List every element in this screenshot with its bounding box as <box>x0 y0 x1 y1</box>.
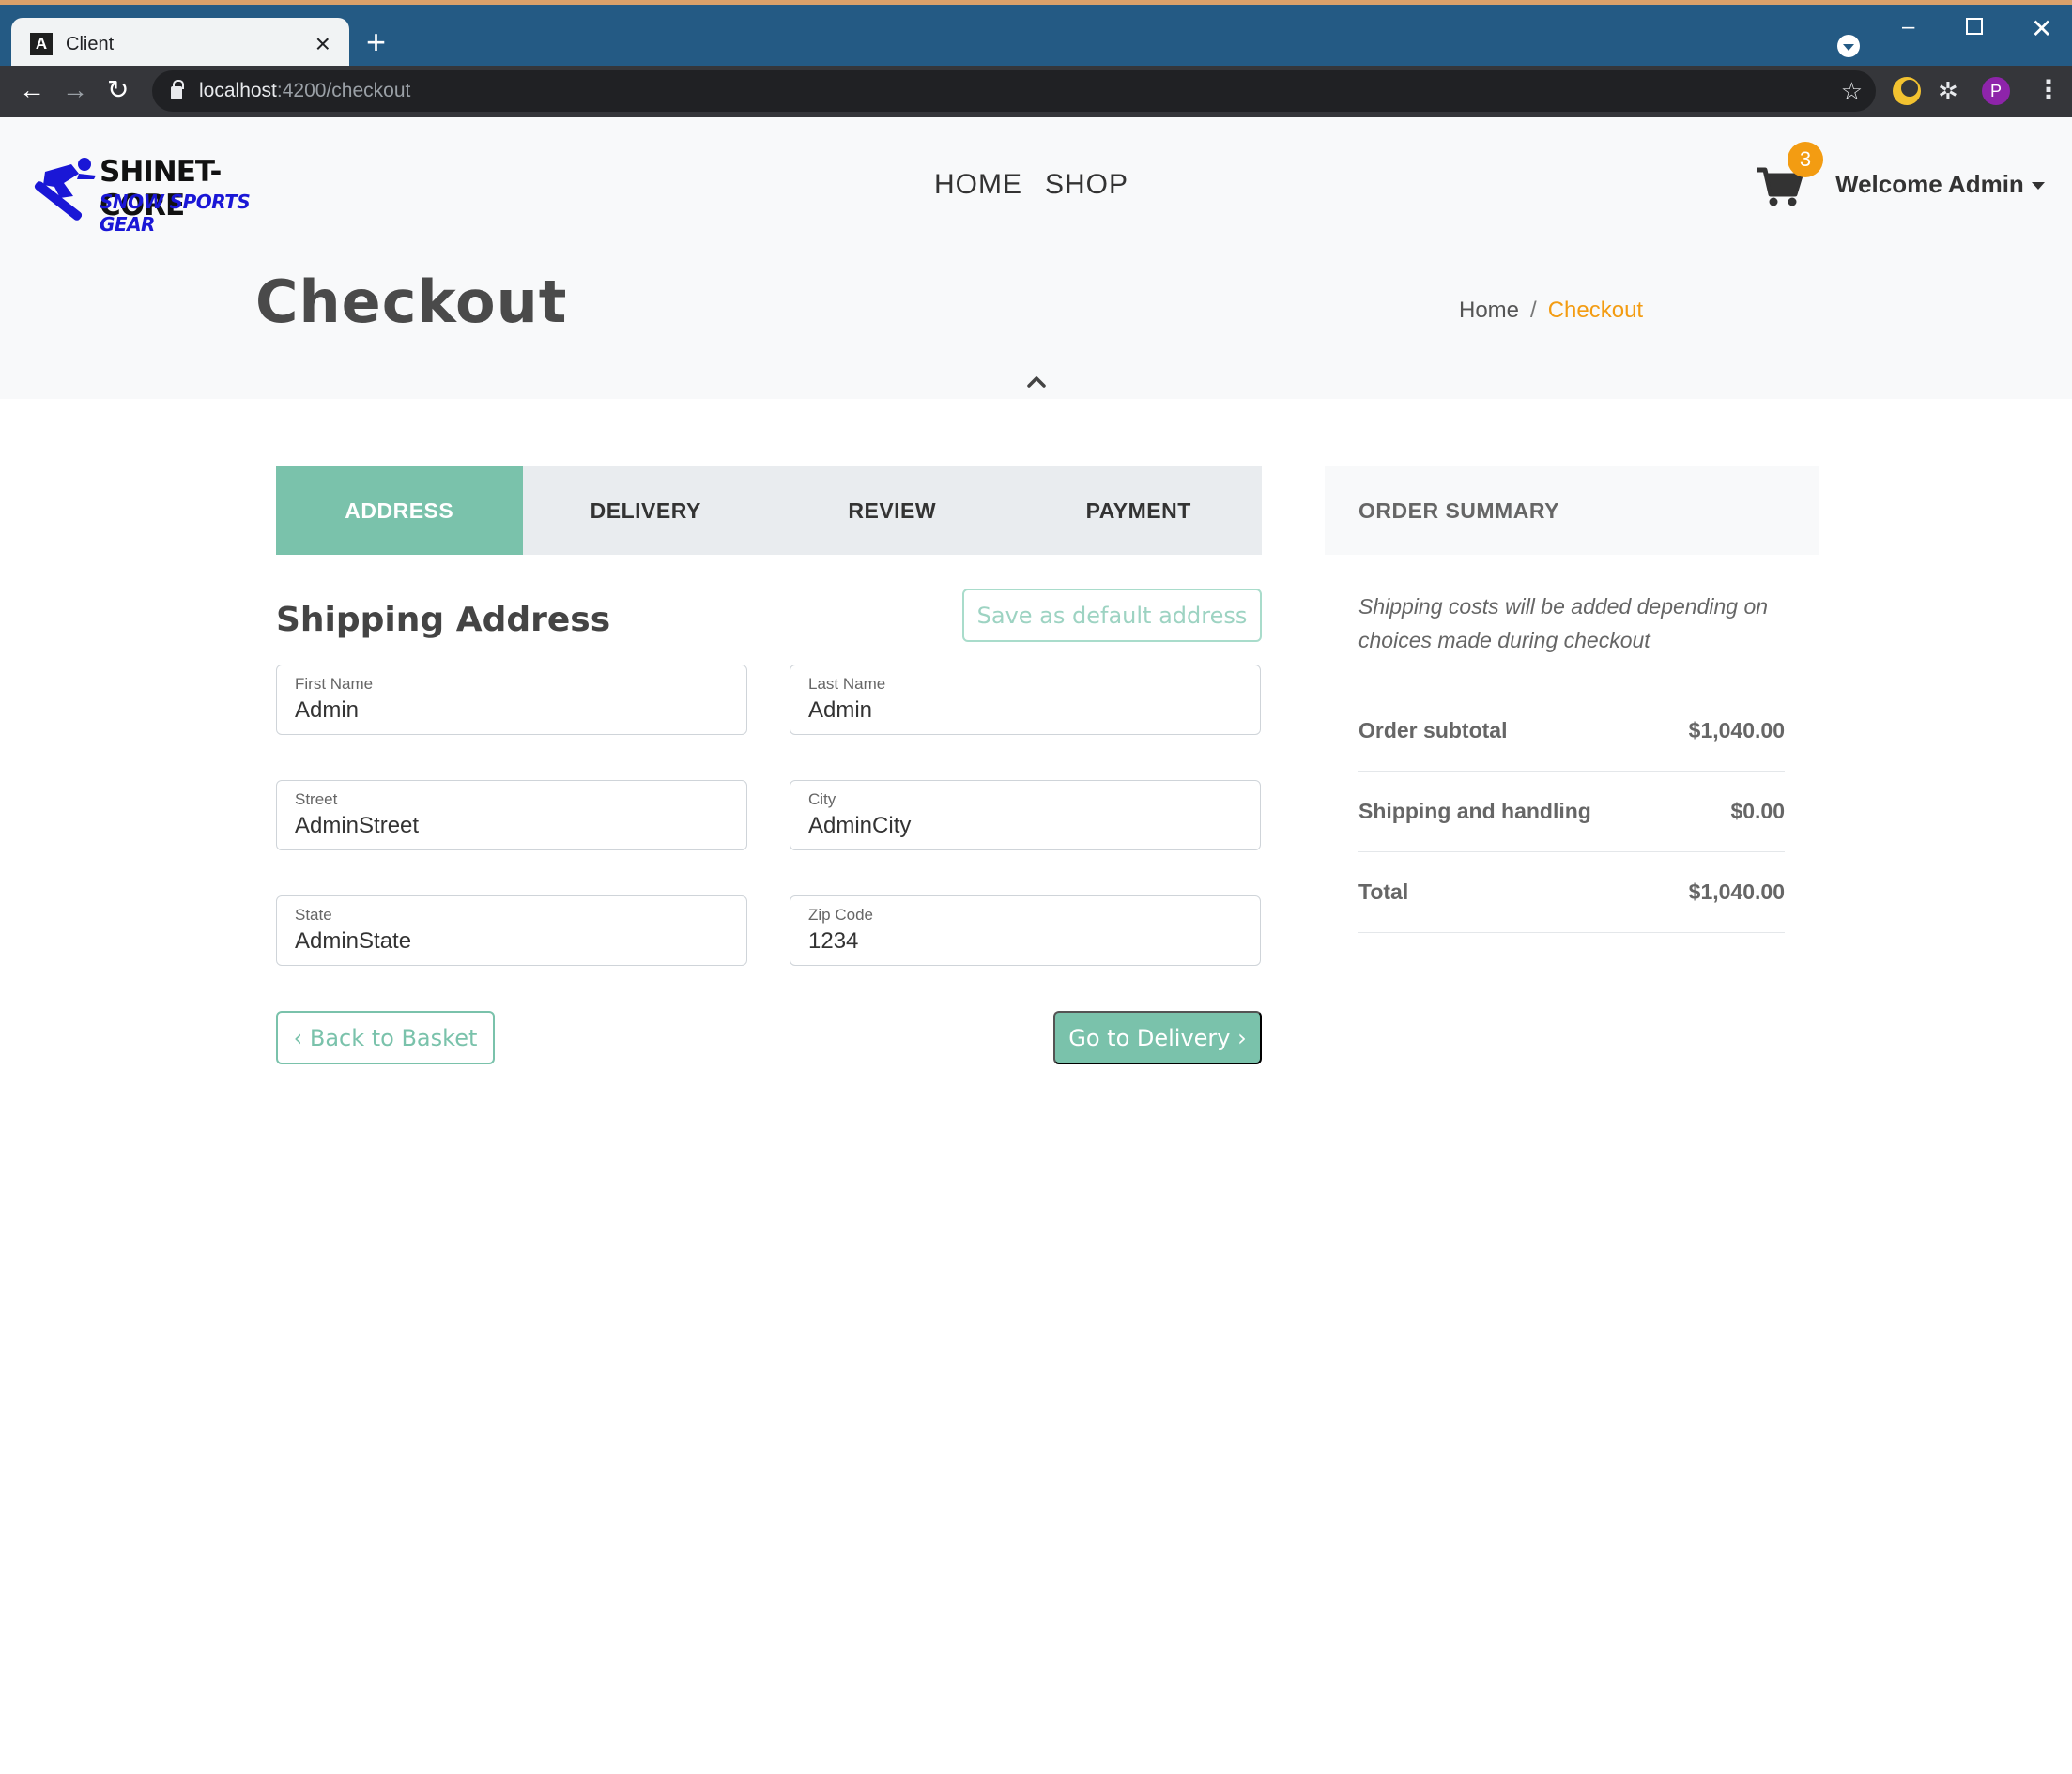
last-name-input[interactable] <box>808 697 1240 724</box>
close-window-icon[interactable]: ✕ <box>2031 16 2052 42</box>
street-field[interactable]: Street <box>276 780 747 850</box>
breadcrumb-separator: / <box>1530 298 1537 323</box>
save-default-address-button[interactable]: Save as default address <box>962 589 1262 642</box>
nav-shop[interactable]: SHOP <box>1045 169 1128 201</box>
summary-row-subtotal: Order subtotal $1,040.00 <box>1358 691 1785 772</box>
shipping-costs-note: Shipping costs will be added depending o… <box>1358 594 1769 652</box>
summary-row-shipping: Shipping and handling $0.00 <box>1358 772 1785 852</box>
welcome-label: Welcome Admin <box>1835 170 2024 198</box>
snowboarder-logo-icon <box>34 158 96 221</box>
browser-tab[interactable]: A Client × <box>11 18 349 70</box>
street-label: Street <box>295 790 338 808</box>
url-path: :4200/checkout <box>276 80 411 101</box>
back-arrow-icon[interactable]: ← <box>19 73 45 107</box>
summary-value: $1,040.00 <box>1688 879 1785 904</box>
bookmark-star-icon[interactable]: ☆ <box>1841 77 1863 106</box>
page-title: Checkout <box>255 268 568 336</box>
zip-code-field[interactable]: Zip Code <box>790 895 1261 966</box>
checkout-steps: ADDRESS DELIVERY REVIEW PAYMENT <box>276 466 1262 555</box>
new-tab-icon[interactable]: + <box>366 25 386 59</box>
address-bar[interactable]: localhost:4200/checkout ☆ <box>152 70 1876 112</box>
state-field[interactable]: State <box>276 895 747 966</box>
lock-icon <box>171 80 184 99</box>
logo-tagline-text: SNOW SPORTS GEAR <box>100 191 251 236</box>
breadcrumb-home[interactable]: Home <box>1459 298 1519 324</box>
city-input[interactable] <box>808 813 1240 839</box>
cart-count-badge: 3 <box>1788 142 1823 177</box>
tab-title: Client <box>66 33 115 54</box>
first-name-input[interactable] <box>295 697 727 724</box>
site-header: SHINET-CORE SNOW SPORTS GEAR HOME SHOP 3… <box>0 117 2072 399</box>
main-nav: HOME SHOP <box>934 169 1128 201</box>
browser-toolbar: ← → ↻ localhost:4200/checkout ☆ ✲ P ⋮ <box>0 66 2072 117</box>
order-summary-header: ORDER SUMMARY <box>1325 466 1819 555</box>
first-name-field[interactable]: First Name <box>276 665 747 735</box>
first-name-label: First Name <box>295 675 374 693</box>
summary-value: $1,040.00 <box>1688 718 1785 742</box>
extensions-puzzle-icon[interactable]: ✲ <box>1938 79 1966 107</box>
last-name-field[interactable]: Last Name <box>790 665 1261 735</box>
summary-label: Shipping and handling <box>1358 799 1591 823</box>
breadcrumb: Home / Checkout <box>1459 298 1643 324</box>
logo[interactable]: SHINET-CORE SNOW SPORTS GEAR <box>26 155 270 236</box>
forward-arrow-icon[interactable]: → <box>62 73 88 107</box>
step-delivery[interactable]: DELIVERY <box>523 466 770 555</box>
back-to-basket-button[interactable]: ‹ Back to Basket <box>276 1011 495 1064</box>
summary-label: Order subtotal <box>1358 718 1508 742</box>
url-host: localhost <box>199 80 277 101</box>
chevron-up-icon[interactable] <box>1025 371 1048 393</box>
shipping-address-title: Shipping Address <box>276 601 611 639</box>
nav-home[interactable]: HOME <box>934 169 1022 201</box>
user-menu[interactable]: Welcome Admin <box>1835 170 2045 199</box>
caret-down-icon <box>2031 182 2045 191</box>
state-input[interactable] <box>295 928 727 955</box>
profile-avatar[interactable]: P <box>1982 77 2010 105</box>
zip-code-input[interactable] <box>808 928 1240 955</box>
summary-value: $0.00 <box>1730 799 1785 823</box>
tab-close-icon[interactable]: × <box>315 31 330 57</box>
angular-favicon-icon: A <box>30 33 53 55</box>
minimize-icon[interactable]: – <box>1902 16 1914 38</box>
state-label: State <box>295 906 332 924</box>
city-field[interactable]: City <box>790 780 1261 850</box>
go-to-delivery-button[interactable]: Go to Delivery › <box>1053 1011 1262 1064</box>
tab-search-icon[interactable] <box>1837 35 1860 57</box>
street-input[interactable] <box>295 813 727 839</box>
city-label: City <box>808 790 836 808</box>
step-payment[interactable]: PAYMENT <box>1016 466 1263 555</box>
summary-row-total: Total $1,040.00 <box>1358 852 1785 933</box>
browser-menu-icon[interactable]: ⋮ <box>2035 77 2062 103</box>
maximize-icon[interactable] <box>1966 18 1983 35</box>
reload-icon[interactable]: ↻ <box>107 73 129 107</box>
dark-mode-extension-icon[interactable] <box>1893 77 1921 105</box>
browser-tab-strip: A Client × + – ✕ <box>0 0 2072 70</box>
step-review[interactable]: REVIEW <box>769 466 1016 555</box>
summary-label: Total <box>1358 879 1409 904</box>
step-address[interactable]: ADDRESS <box>276 466 523 555</box>
zip-code-label: Zip Code <box>808 906 873 924</box>
breadcrumb-current: Checkout <box>1547 298 1644 323</box>
last-name-label: Last Name <box>808 675 886 693</box>
